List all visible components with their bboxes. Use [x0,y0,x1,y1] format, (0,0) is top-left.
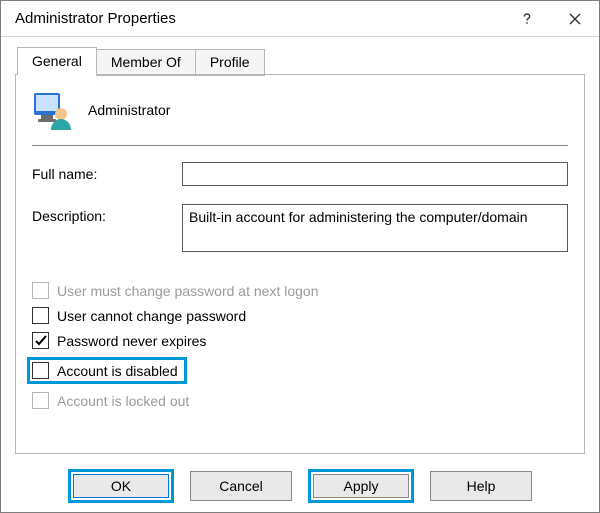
highlight-apply: Apply [308,469,414,503]
input-fullname[interactable] [182,162,568,186]
close-button[interactable] [551,1,599,37]
user-icon [32,89,74,131]
tab-profile[interactable]: Profile [195,49,265,76]
tabpage-general: Administrator Full name: Description: Bu… [15,74,585,454]
client-area: General Member Of Profile Administrator [1,37,599,460]
row-description: Description: Built-in account for admini… [32,204,568,252]
check-label: Password never expires [57,333,206,349]
label-fullname: Full name: [32,162,182,182]
checkbox-icon [32,307,49,324]
checkbox-list: User must change password at next logon … [32,274,568,417]
check-label: Account is locked out [57,393,189,409]
row-fullname: Full name: [32,162,568,186]
help-icon [520,12,534,26]
check-label: Account is disabled [57,363,178,379]
help-button[interactable] [503,1,551,37]
highlight-ok: OK [68,469,174,503]
check-locked-out: Account is locked out [32,392,568,409]
button-row: OK Cancel Apply Help [1,460,599,512]
check-label: User must change password at next logon [57,283,318,299]
ok-button[interactable]: OK [73,474,169,498]
check-cannot-change[interactable]: User cannot change password [32,307,568,324]
titlebar: Administrator Properties [1,1,599,37]
check-never-expires[interactable]: Password never expires [32,332,568,349]
checkbox-account-disabled[interactable] [32,362,49,379]
separator [32,145,568,146]
window-title: Administrator Properties [15,10,503,27]
dialog-window: Administrator Properties General Member … [0,0,600,513]
help-button-bottom[interactable]: Help [430,471,532,501]
checkbox-icon [32,282,49,299]
account-name: Administrator [88,102,170,118]
check-change-next-logon: User must change password at next logon [32,282,568,299]
close-icon [569,13,581,25]
tab-general[interactable]: General [17,47,97,75]
label-description: Description: [32,204,182,224]
tab-member-of[interactable]: Member Of [96,49,196,76]
checkbox-icon [32,392,49,409]
check-label: User cannot change password [57,308,246,324]
cancel-button[interactable]: Cancel [190,471,292,501]
check-account-disabled-row: Account is disabled [32,357,568,384]
input-description[interactable]: Built-in account for administering the c… [182,204,568,252]
apply-button[interactable]: Apply [313,474,409,498]
highlight-account-disabled: Account is disabled [27,357,187,384]
account-header: Administrator [32,89,568,131]
checkbox-icon [32,332,49,349]
tab-strip: General Member Of Profile [15,47,585,75]
